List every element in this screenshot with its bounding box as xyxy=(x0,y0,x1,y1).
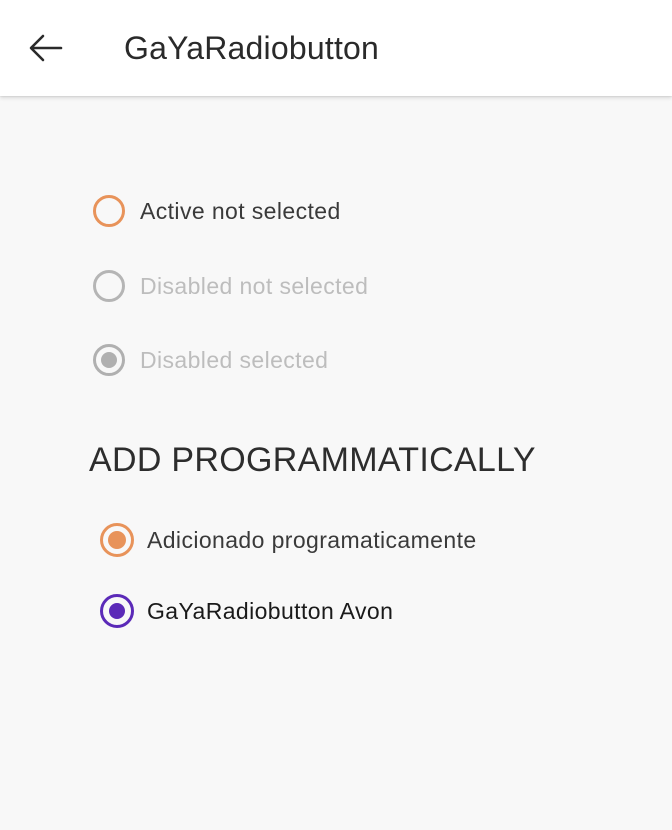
app-bar: GaYaRadiobutton xyxy=(0,0,672,96)
back-button[interactable] xyxy=(22,26,70,70)
radio-selected-dot xyxy=(101,352,117,368)
radio-label: Adicionado programaticamente xyxy=(147,527,477,553)
section-heading: ADD PROGRAMMATICALLY xyxy=(89,441,536,479)
radio-label: Disabled not selected xyxy=(140,273,369,299)
radio-selected-dot xyxy=(109,603,125,619)
radio-circle[interactable] xyxy=(93,195,125,227)
radio-disabled-not-selected: Disabled not selected xyxy=(93,270,368,302)
radio-gaya-avon[interactable]: GaYaRadiobutton Avon xyxy=(100,594,393,628)
radio-label: Active not selected xyxy=(140,198,341,224)
radio-disabled-selected: Disabled selected xyxy=(93,344,328,376)
radio-circle xyxy=(93,270,125,302)
radio-circle xyxy=(93,344,125,376)
page-title: GaYaRadiobutton xyxy=(124,30,380,66)
radio-label: GaYaRadiobutton Avon xyxy=(147,598,394,624)
arrow-left-icon xyxy=(29,34,63,62)
radio-circle[interactable] xyxy=(100,523,134,557)
radio-adicionado-programaticamente[interactable]: Adicionado programaticamente xyxy=(100,523,477,557)
radio-circle[interactable] xyxy=(100,594,134,628)
radio-selected-dot xyxy=(108,531,126,549)
radio-active-not-selected[interactable]: Active not selected xyxy=(93,195,341,227)
radio-label: Disabled selected xyxy=(140,347,329,373)
